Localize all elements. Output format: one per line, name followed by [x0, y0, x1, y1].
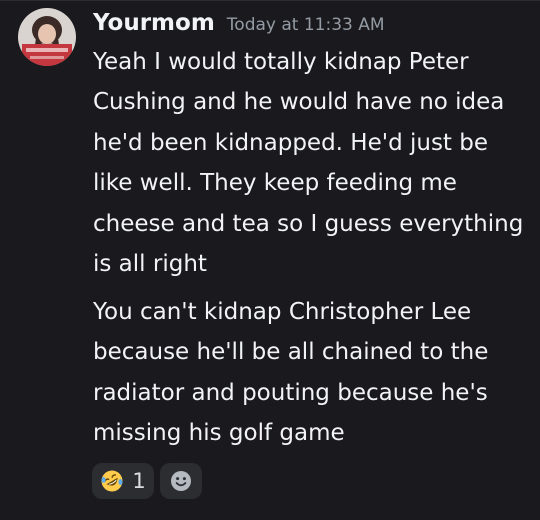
reaction-count: 1 — [132, 469, 146, 493]
message-header: Yourmom Today at 11:33 AM — [93, 10, 385, 42]
avatar-image — [18, 8, 76, 66]
author-avatar[interactable] — [18, 8, 76, 66]
message-content: You can't kidnap Christopher Lee because… — [93, 299, 489, 447]
reaction-rofl[interactable]: 1 — [92, 463, 154, 499]
author-name[interactable]: Yourmom — [93, 10, 215, 36]
add-reaction-button[interactable] — [160, 463, 202, 499]
reactions-bar: 1 — [92, 463, 202, 499]
rolling-on-floor-laughing-emoji-icon — [100, 469, 124, 493]
message-timestamp[interactable]: Today at 11:33 AM — [227, 15, 385, 35]
smiley-add-reaction-icon — [171, 471, 191, 491]
message-content: Yeah I would totally kidnap Peter Cushin… — [93, 49, 524, 278]
chat-message: Yourmom Today at 11:33 AM Yeah I would t… — [0, 0, 540, 520]
